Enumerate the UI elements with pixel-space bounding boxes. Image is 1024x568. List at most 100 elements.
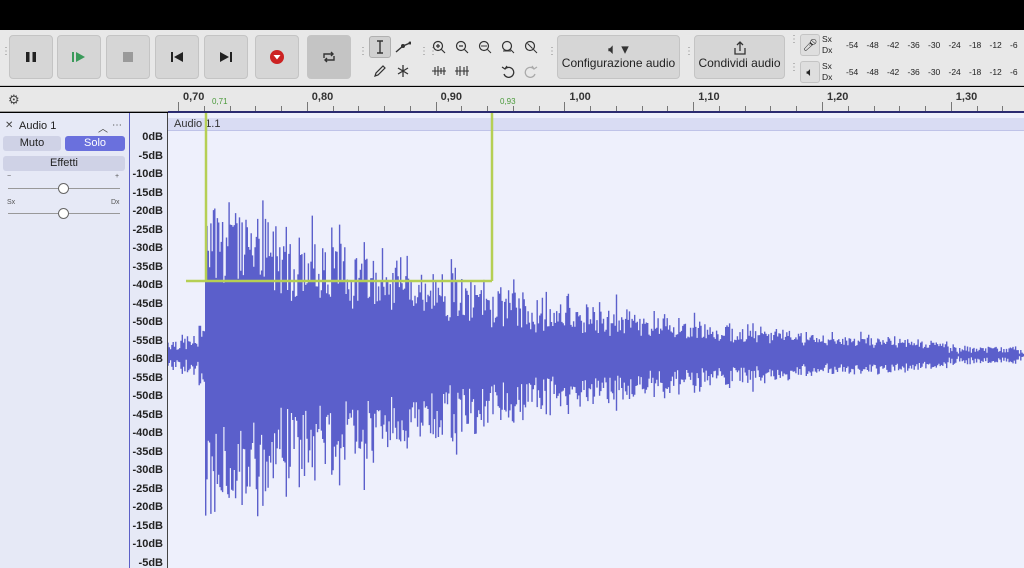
playback-meter-scale: -54 -48 -42 -36 -30 -24 -18 -12 -6 [836, 61, 1024, 83]
db-scale-label: -30dB [132, 242, 163, 254]
record-icon [270, 50, 284, 64]
record-meter-scale: -54 -48 -42 -36 -30 -24 -18 -12 -6 [836, 34, 1024, 56]
db-scale-label: -50dB [132, 316, 163, 328]
zoom-toggle-button[interactable] [520, 36, 542, 58]
db-scale-label: -10dB [132, 168, 163, 180]
toolbar: ⋮ ⋮⋮ ⋮⋮ ⋮⋮ 🔈︎ ▾ Configurazione audio ⋮⋮ … [0, 30, 1024, 86]
zoom-out-button[interactable] [451, 36, 473, 58]
timeline-ruler[interactable]: ⚙︎ 0,70 0,80 0,90 1,00 1,10 1,20 1,30 0,71 0,9… [0, 87, 1024, 114]
track-name[interactable]: Audio 1 [19, 120, 56, 132]
trim-icon [432, 66, 446, 76]
redo-icon [524, 65, 538, 78]
db-scale-label: -40dB [132, 427, 163, 439]
multi-tool[interactable] [392, 60, 414, 82]
toolbar-grip[interactable]: ⋮ [1, 47, 11, 62]
close-icon[interactable]: ✕ [5, 120, 13, 131]
db-scale-label: -60dB [132, 353, 163, 365]
undo-button[interactable] [497, 60, 519, 82]
speaker-meter-icon[interactable]: 🔈︎ [800, 61, 820, 83]
meter-right-label: Dx [822, 72, 833, 82]
gain-slider-knob[interactable] [58, 183, 69, 194]
meter-tick-label: -48 [866, 40, 879, 50]
db-scale-label: -20dB [132, 501, 163, 513]
share-audio-button[interactable]: Condividi audio [694, 35, 785, 79]
fit-selection-button[interactable] [474, 36, 496, 58]
audio-setup-grip[interactable]: ⋮⋮ [547, 47, 566, 62]
more-icon[interactable]: ⋯ [112, 120, 122, 131]
ruler-tick [564, 102, 566, 111]
db-scale-label: 0dB [142, 131, 163, 143]
stop-icon [123, 52, 133, 62]
zoom-in-button[interactable] [428, 36, 450, 58]
db-scale-label: -5dB [138, 556, 163, 568]
play-meter-grip[interactable]: ⋮⋮ [789, 63, 808, 78]
draw-tool[interactable] [369, 60, 391, 82]
meter-tick-label: -48 [866, 67, 879, 77]
meter-tick-label: -54 [846, 67, 859, 77]
db-scale-label: -35dB [132, 445, 163, 458]
playback-meter[interactable]: 🔈︎ Sx Dx -54 -48 -42 -36 -30 -24 -18 -12 -6 [800, 59, 1024, 85]
audio-setup-button[interactable]: 🔈︎ ▾ Configurazione audio [557, 35, 680, 79]
waveform-path [168, 200, 1024, 517]
skip-to-end-button[interactable] [204, 35, 248, 79]
meter-tick-label: -30 [928, 40, 941, 50]
db-scale-label: -30dB [132, 464, 163, 476]
effects-button[interactable]: Effetti [3, 156, 125, 171]
tools-grip[interactable]: ⋮⋮ [358, 47, 377, 62]
pan-left-label: Sx [7, 199, 16, 206]
silence-audio-button[interactable] [451, 60, 473, 82]
db-scale-label: -15dB [132, 519, 163, 532]
ruler-tick [950, 102, 952, 111]
mute-button[interactable]: Muto [3, 136, 61, 151]
chevron-up-icon[interactable]: ︿ [98, 120, 108, 135]
zoom-in-icon [432, 40, 446, 54]
waveform-area[interactable]: Audio 1.1 [168, 113, 1024, 568]
db-scale-label: -35dB [132, 260, 163, 273]
fit-project-button[interactable] [497, 36, 519, 58]
gain-slider[interactable] [8, 183, 120, 194]
record-meter-grip[interactable]: ⋮⋮ [789, 35, 808, 50]
trim-audio-button[interactable] [428, 60, 450, 82]
meter-tick-label: -12 [989, 40, 1002, 50]
zoom-out-icon [455, 40, 469, 54]
db-scale-label: -40dB [132, 279, 163, 291]
ruler-tick-label: 0,70 [183, 91, 205, 103]
ruler-tick-label: 0,90 [440, 91, 463, 103]
play-at-speed-button[interactable] [57, 35, 101, 79]
loop-icon [323, 51, 335, 63]
pan-slider[interactable] [8, 208, 120, 219]
gain-minus-label: − [7, 173, 12, 180]
selection-end-label: 0,93 [500, 97, 516, 106]
pause-button[interactable] [9, 35, 53, 79]
asterisk-icon [397, 65, 409, 77]
envelope-tool[interactable] [392, 36, 414, 58]
undo-icon [501, 65, 515, 78]
edit-grip[interactable]: ⋮⋮ [419, 47, 438, 62]
record-button[interactable] [255, 35, 299, 79]
selection-tool[interactable] [369, 36, 391, 58]
gear-icon[interactable]: ⚙︎ [8, 92, 20, 108]
stop-button[interactable] [106, 35, 150, 79]
record-meter[interactable]: 🎤︎ Sx Dx -54 -48 -42 -36 -30 -24 -18 -12 -6 [800, 32, 1024, 58]
meter-tick-label: -12 [989, 67, 1002, 77]
microphone-icon[interactable]: 🎤︎ [800, 34, 820, 56]
meter-tick-label: -42 [887, 67, 900, 77]
ruler-tick-label: 1,00 [569, 91, 591, 103]
ruler-tick-label: 1,20 [827, 91, 849, 103]
envelope-icon [395, 41, 411, 53]
meter-tick-label: -24 [948, 67, 961, 77]
solo-button[interactable]: Solo [65, 136, 125, 151]
selection-start-label: 0,71 [212, 97, 228, 106]
meter-tick-label: -18 [969, 40, 982, 50]
meter-tick-label: -24 [948, 40, 961, 50]
share-grip[interactable]: ⋮⋮ [684, 47, 703, 62]
play-icon [72, 52, 85, 62]
redo-button[interactable] [520, 60, 542, 82]
skip-start-icon [171, 52, 183, 62]
meter-tick-label: -30 [928, 67, 941, 77]
meter-tick-label: -18 [969, 67, 982, 77]
zoom-fit-icon [501, 40, 515, 54]
pan-slider-knob[interactable] [58, 208, 69, 219]
loop-button[interactable] [307, 35, 351, 79]
skip-to-start-button[interactable] [155, 35, 199, 79]
